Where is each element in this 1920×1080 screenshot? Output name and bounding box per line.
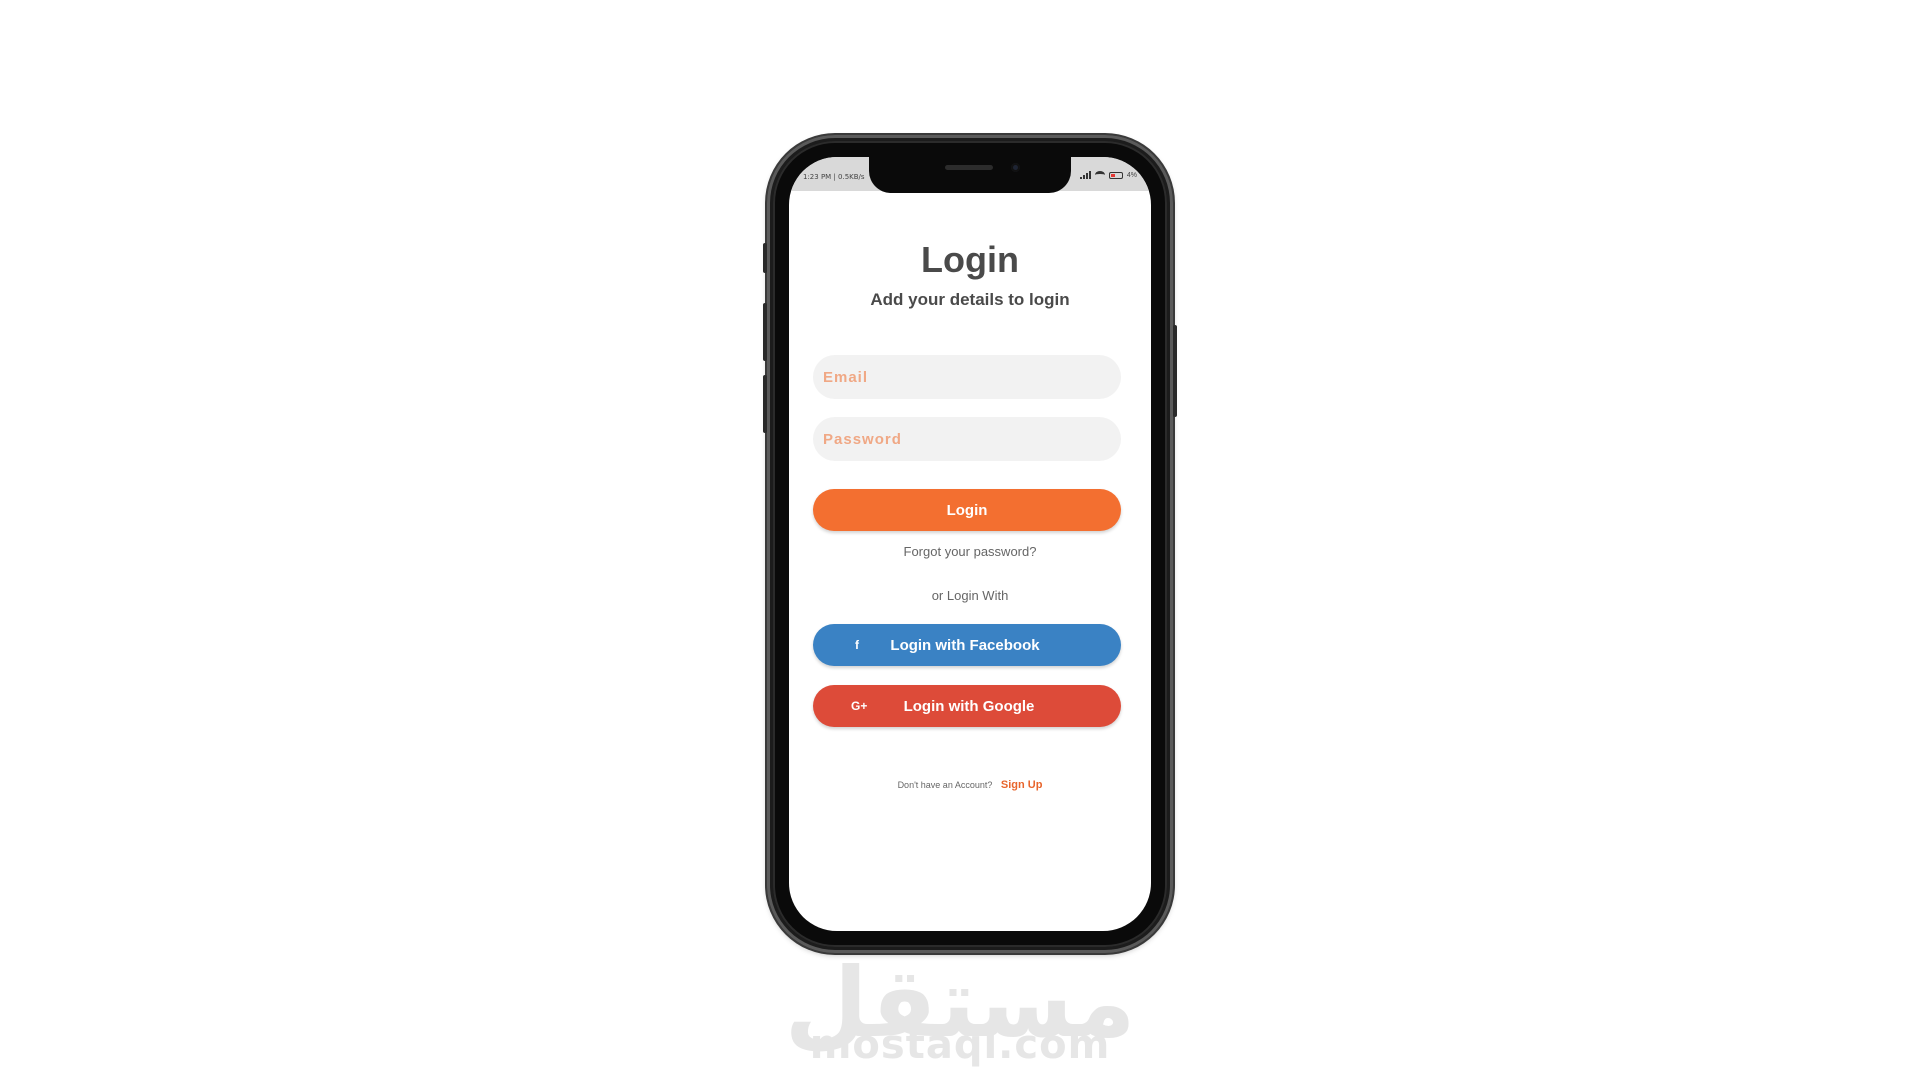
- status-icons: 4%: [1079, 171, 1137, 179]
- facebook-login-button[interactable]: f Login with Facebook: [813, 624, 1121, 666]
- facebook-button-label: Login with Facebook: [890, 636, 1040, 654]
- phone-frame: 1:23 PM | 0.5KB/s 4% Login Add your deta…: [763, 135, 1177, 953]
- wifi-icon: [1094, 171, 1105, 179]
- password-field[interactable]: [813, 417, 1121, 461]
- battery-percent: 4%: [1126, 171, 1137, 179]
- notch: [869, 157, 1071, 193]
- or-login-with-label: or Login With: [931, 588, 1009, 603]
- login-button-label: Login: [946, 501, 988, 519]
- signup-row: Don't have an Account? Sign Up: [789, 779, 1151, 791]
- login-button[interactable]: Login: [813, 489, 1121, 531]
- page-subtitle: Add your details to login: [870, 290, 1070, 309]
- google-button-label: Login with Google: [903, 697, 1035, 715]
- side-button-mute: [763, 243, 767, 273]
- side-button-power: [1173, 325, 1177, 417]
- no-account-text: Don't have an Account?: [897, 780, 993, 790]
- page-title: Login: [921, 239, 1019, 280]
- battery-icon: [1108, 171, 1123, 179]
- stage: 1:23 PM | 0.5KB/s 4% Login Add your deta…: [0, 0, 1920, 1080]
- phone-screen: 1:23 PM | 0.5KB/s 4% Login Add your deta…: [789, 157, 1151, 931]
- side-button-volume-down: [763, 375, 767, 433]
- side-button-volume-up: [763, 303, 767, 361]
- email-field[interactable]: [813, 355, 1121, 399]
- front-camera: [1011, 163, 1020, 172]
- facebook-icon: f: [855, 638, 859, 652]
- sign-up-link[interactable]: Sign Up: [1001, 779, 1043, 791]
- watermark-logo-latin: mostaql.com: [809, 1022, 1111, 1068]
- speaker-grille: [945, 165, 993, 170]
- status-time: 1:23 PM | 0.5KB/s: [803, 173, 865, 181]
- google-plus-icon: G+: [851, 699, 868, 713]
- signal-icon: [1079, 171, 1091, 179]
- forgot-password-link[interactable]: Forgot your password?: [789, 544, 1151, 559]
- google-login-button[interactable]: G+ Login with Google: [813, 685, 1121, 727]
